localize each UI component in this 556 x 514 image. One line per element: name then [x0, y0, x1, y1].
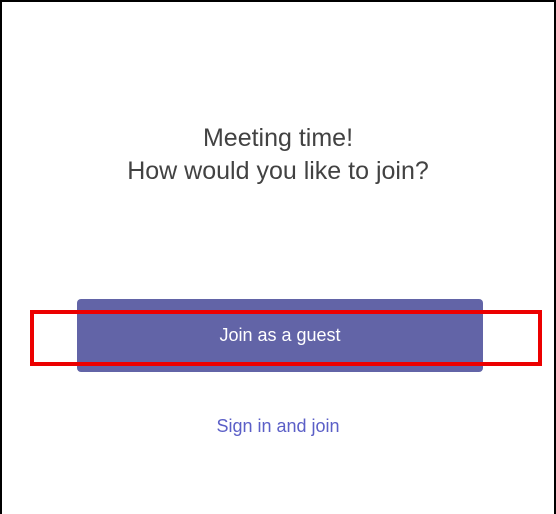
prompt-question: How would you like to join? [127, 157, 429, 185]
sign-in-and-join-link[interactable]: Sign in and join [2, 416, 554, 437]
join-as-guest-button[interactable]: Join as a guest [77, 299, 483, 372]
prompt-title: Meeting time! [202, 124, 354, 152]
join-screen: Meeting time! How would you like to join… [0, 0, 556, 514]
join-prompt: Meeting time! How would you like to join… [2, 122, 554, 188]
join-as-guest-label: Join as a guest [219, 325, 341, 345]
